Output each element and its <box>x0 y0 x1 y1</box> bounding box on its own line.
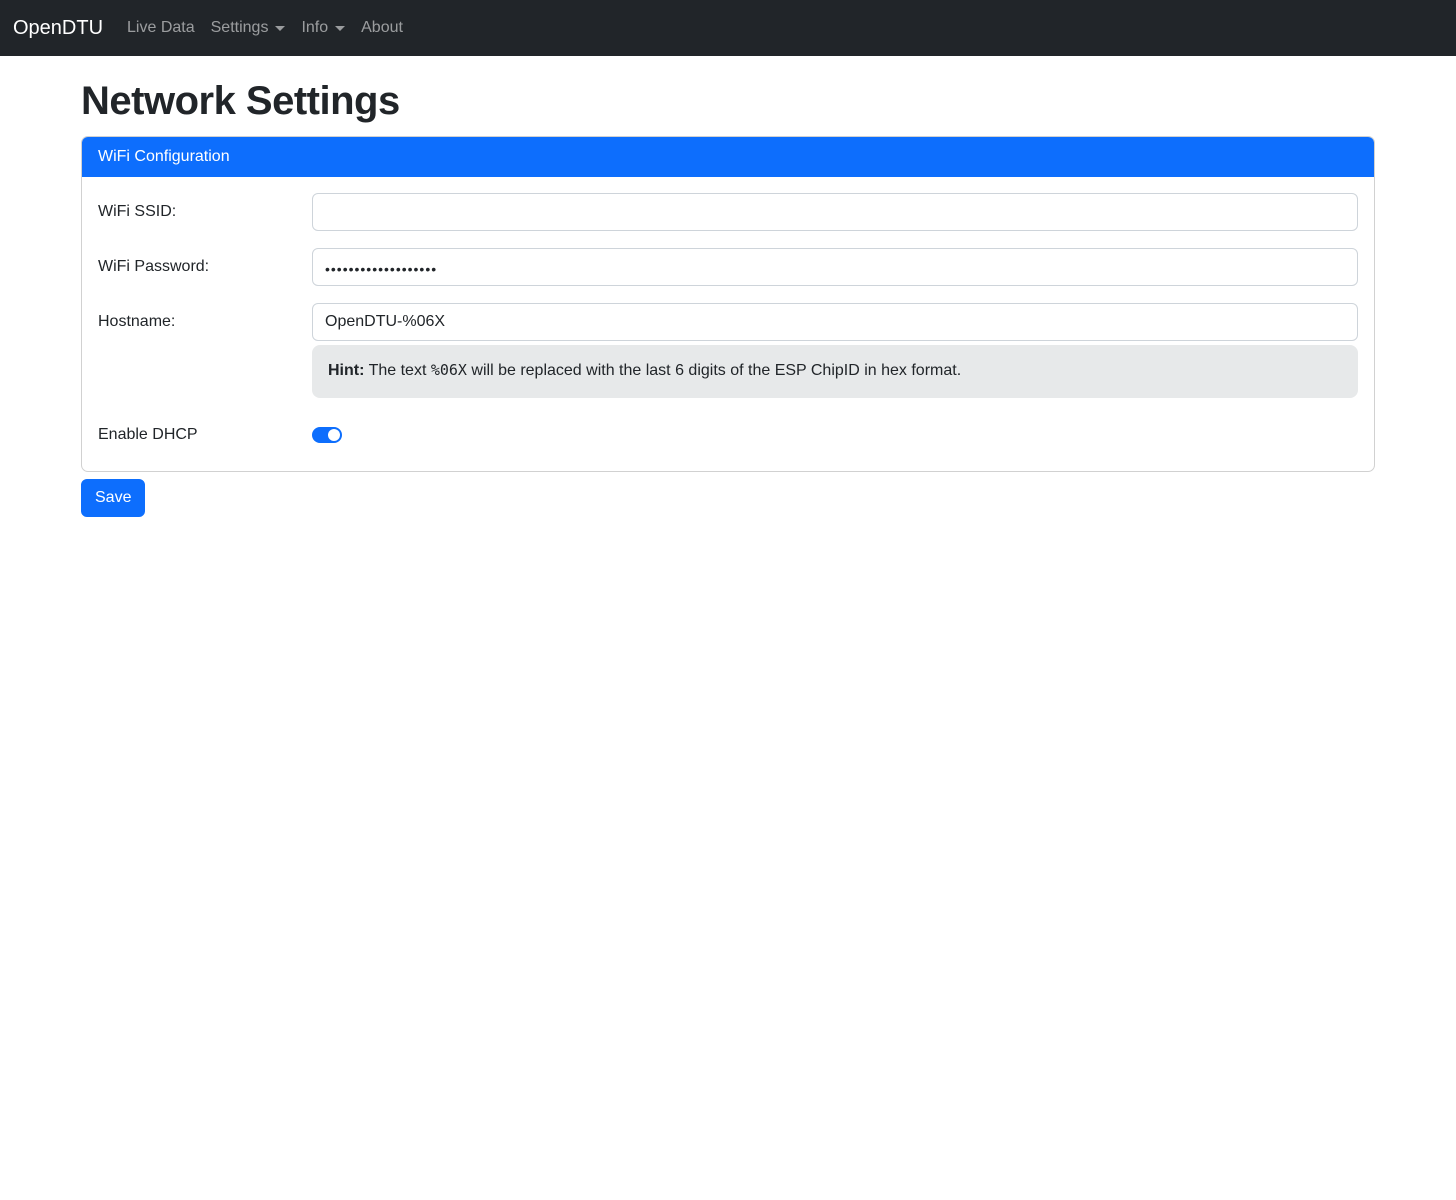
wifi-password-row: WiFi Password: <box>98 248 1358 286</box>
page-title: Network Settings <box>81 77 1375 125</box>
hint-code-token: %06X <box>431 361 467 379</box>
dhcp-toggle-knob <box>328 429 340 441</box>
wifi-password-label: WiFi Password: <box>98 248 312 286</box>
enable-dhcp-row: Enable DHCP <box>98 415 1358 455</box>
hostname-label: Hostname: <box>98 303 312 398</box>
nav-item-info-label: Info <box>301 19 328 37</box>
hostname-row: Hostname: Hint: The text %06X will be re… <box>98 303 1358 398</box>
brand-opendtu[interactable]: OpenDTU <box>13 17 103 40</box>
save-button[interactable]: Save <box>81 479 145 517</box>
wifi-ssid-input[interactable] <box>312 193 1358 231</box>
hostname-field-col: Hint: The text %06X will be replaced wit… <box>312 303 1358 398</box>
nav-item-live-data-label: Live Data <box>127 19 195 37</box>
wifi-password-field-col <box>312 248 1358 286</box>
nav-item-about-label: About <box>361 19 403 37</box>
wifi-ssid-field-col <box>312 193 1358 231</box>
nav-item-settings[interactable]: Settings <box>203 11 294 45</box>
card-body: WiFi SSID: WiFi Password: Hostname: Hin <box>82 177 1374 471</box>
nav-item-live-data[interactable]: Live Data <box>119 11 203 45</box>
top-navbar: OpenDTU Live Data Settings Info About <box>0 0 1456 56</box>
hostname-hint: Hint: The text %06X will be replaced wit… <box>312 345 1358 398</box>
hint-text-post: will be replaced with the last 6 digits … <box>467 362 961 379</box>
main-nav: Live Data Settings Info About <box>119 11 411 45</box>
enable-dhcp-field-col <box>312 426 1358 444</box>
wifi-ssid-row: WiFi SSID: <box>98 193 1358 231</box>
chevron-down-icon <box>275 26 285 31</box>
nav-item-about[interactable]: About <box>353 11 411 45</box>
wifi-configuration-card: WiFi Configuration WiFi SSID: WiFi Passw… <box>81 136 1375 472</box>
hostname-input[interactable] <box>312 303 1358 341</box>
wifi-password-input[interactable] <box>312 248 1358 286</box>
wifi-ssid-label: WiFi SSID: <box>98 193 312 231</box>
enable-dhcp-label: Enable DHCP <box>98 423 312 447</box>
page-container: Network Settings WiFi Configuration WiFi… <box>81 77 1375 517</box>
nav-item-info[interactable]: Info <box>293 11 353 45</box>
nav-item-settings-label: Settings <box>211 19 269 37</box>
card-header: WiFi Configuration <box>82 137 1374 177</box>
chevron-down-icon <box>335 26 345 31</box>
dhcp-toggle[interactable] <box>312 427 342 443</box>
hint-text-pre: The text <box>364 362 430 379</box>
hint-bold-label: Hint: <box>328 362 364 379</box>
